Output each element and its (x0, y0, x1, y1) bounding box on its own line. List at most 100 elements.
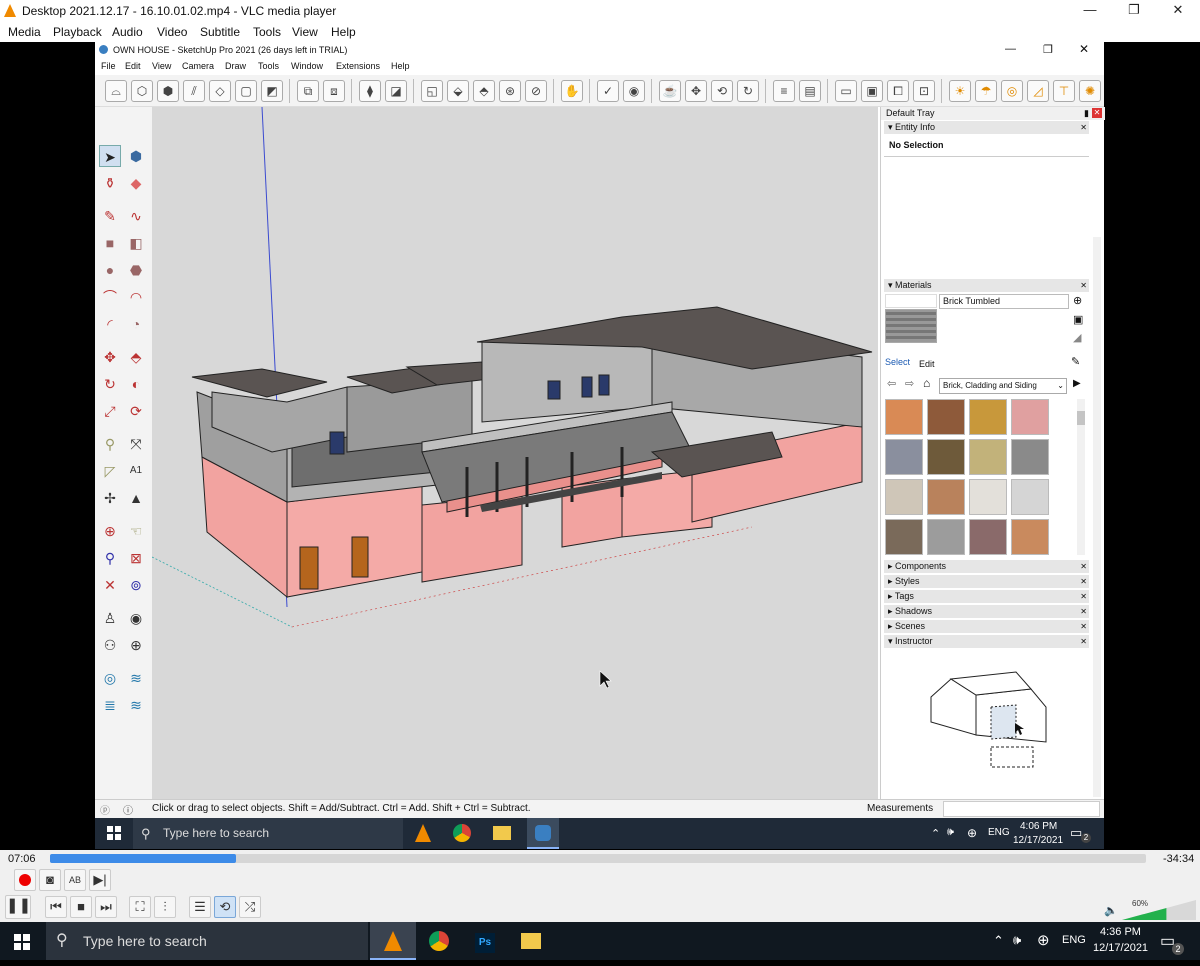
tray-chevron-icon[interactable]: ⌃ (931, 827, 940, 840)
taskbar-lang[interactable]: ENG (1062, 934, 1086, 946)
su-menu-camera[interactable]: Camera (182, 61, 214, 71)
shaded-icon[interactable]: ◩ (261, 80, 283, 102)
3d-text-icon[interactable]: ▲ (125, 487, 147, 509)
material-swatch[interactable] (927, 479, 965, 515)
taskbar-network-icon[interactable]: ⊕ (1037, 931, 1050, 949)
material-swatch[interactable] (885, 399, 923, 435)
forward-arrow-icon[interactable]: ⇨ (905, 377, 914, 390)
section-tool-icon[interactable]: ⊕ (125, 634, 147, 656)
check-icon[interactable]: ✓ (597, 80, 619, 102)
instructor-header[interactable]: ▾ Instructor ✕ (884, 635, 1089, 648)
position-camera-icon[interactable]: ♙ (99, 607, 121, 629)
extended-settings-button[interactable]: ⫶ (154, 896, 176, 918)
playlist-button[interactable]: ☰ (189, 896, 211, 918)
sun-icon[interactable]: ⊤ (1053, 80, 1075, 102)
explorer-taskbar-icon[interactable] (493, 826, 511, 840)
offset-icon[interactable]: ⟳ (125, 400, 147, 422)
tags-header[interactable]: ▸ Tags ✕ (884, 590, 1089, 603)
menu-audio[interactable]: Audio (112, 25, 143, 39)
paint-bucket-icon[interactable]: ⚱ (99, 172, 121, 194)
palette-icon[interactable]: ◉ (623, 80, 645, 102)
material-swatch[interactable] (1011, 479, 1049, 515)
stamp-icon[interactable]: ≋ (125, 694, 147, 716)
sandbox-scratch-icon[interactable]: ≋ (125, 667, 147, 689)
orbit-icon[interactable]: ⟲ (711, 80, 733, 102)
photoshop-app-icon[interactable]: Ps (462, 922, 508, 960)
pause-button[interactable]: ❚❚ (5, 895, 31, 919)
su-menu-edit[interactable]: Edit (125, 61, 141, 71)
subtract-icon[interactable]: ◪ (385, 80, 407, 102)
model-viewport[interactable] (152, 107, 878, 799)
three-point-arc-icon[interactable]: ◜ (99, 313, 121, 335)
sandbox-contour-icon[interactable]: ◎ (99, 667, 121, 689)
su-minimize-button[interactable]: — (1005, 43, 1016, 55)
create-material-icon[interactable]: ⊕ (1073, 294, 1082, 307)
circle-icon[interactable]: ◎ (1001, 80, 1023, 102)
stop-button[interactable]: ■ (70, 896, 92, 918)
look-around-icon[interactable]: ◉ (125, 607, 147, 629)
scale-icon[interactable]: ⤢ (99, 400, 121, 422)
right-view-icon[interactable]: ⬘ (473, 80, 495, 102)
shadow-settings-icon[interactable]: ☀ (949, 80, 971, 102)
minimize-button[interactable]: — (1068, 0, 1112, 22)
circle-tool-icon[interactable]: ● (99, 259, 121, 281)
entity-info-header[interactable]: ▾ Entity Info ✕ (884, 121, 1089, 134)
pie-icon[interactable]: ◔ (125, 313, 147, 335)
volume-icon[interactable]: 🕪 (947, 826, 954, 839)
protractor-tool-icon[interactable]: ◸ (99, 460, 121, 482)
move-icon[interactable]: ✥ (99, 346, 121, 368)
dimension-icon[interactable]: ⤧ (125, 433, 147, 455)
rectangle-icon[interactable]: ■ (99, 232, 121, 254)
fullscreen-button[interactable]: ⛶ (129, 896, 151, 918)
snapshot-icon[interactable]: ◙ (39, 869, 61, 891)
menu-playback[interactable]: Playback (53, 25, 102, 39)
menu-help[interactable]: Help (331, 25, 356, 39)
show-hidden-icons[interactable]: ⌃ (993, 933, 1004, 949)
wireframe-icon[interactable]: ◇ (209, 80, 231, 102)
polygon-icon[interactable]: ⬣ (125, 259, 147, 281)
su-menu-draw[interactable]: Draw (225, 61, 246, 71)
menu-tools[interactable]: Tools (253, 25, 281, 39)
file-explorer-app-icon[interactable] (508, 922, 554, 960)
xray-icon[interactable]: ⫽ (183, 80, 205, 102)
material-swatch[interactable] (885, 479, 923, 515)
components-header[interactable]: ▸ Components ✕ (884, 560, 1089, 573)
rotate-icon[interactable]: ↻ (737, 80, 759, 102)
material-swatch[interactable] (1011, 439, 1049, 475)
su-close-button[interactable]: ✕ (1079, 42, 1089, 56)
close-button[interactable]: ✕ (1156, 0, 1200, 22)
tab-select[interactable]: Select (885, 357, 910, 367)
push-pull-icon[interactable]: ⬘ (125, 346, 147, 368)
window-icon[interactable]: ▭ (835, 80, 857, 102)
su-menu-view[interactable]: View (152, 61, 171, 71)
measurements-input[interactable] (943, 801, 1100, 817)
tray-close-icon[interactable]: ✕ (1092, 108, 1102, 118)
iso-view-icon[interactable]: ◱ (421, 80, 443, 102)
make-component-icon[interactable]: ⬢ (125, 145, 147, 167)
umbrella-icon[interactable]: ☂ (975, 80, 997, 102)
next-button[interactable]: ⏭ (95, 896, 117, 918)
default-material-icon[interactable]: ▣ (1073, 313, 1083, 326)
menu-media[interactable]: Media (8, 25, 41, 39)
vlc-taskbar-icon[interactable] (415, 824, 431, 842)
text-tool-icon[interactable]: A1 (125, 460, 147, 482)
teapot-icon[interactable]: ☕ (659, 80, 681, 102)
speaker-icon[interactable]: 🔈 (1104, 904, 1118, 917)
arc-icon[interactable]: ⌒ (99, 286, 121, 308)
material-swatch[interactable] (927, 439, 965, 475)
pan-icon[interactable]: ✥ (685, 80, 707, 102)
material-swatch[interactable] (885, 439, 923, 475)
union-icon[interactable]: ⧫ (359, 80, 381, 102)
brick-tumbled-preview[interactable] (885, 309, 937, 343)
chrome-taskbar-icon[interactable] (453, 824, 471, 842)
two-point-arc-icon[interactable]: ◠ (125, 286, 147, 308)
windows-start-icon[interactable] (107, 826, 121, 840)
restore-button[interactable]: ❐ (1112, 0, 1156, 22)
protractor-icon[interactable]: ◿ (1027, 80, 1049, 102)
record-button[interactable] (14, 869, 36, 891)
volume-slider[interactable] (1122, 900, 1196, 920)
fog-icon[interactable]: ✺ (1079, 80, 1101, 102)
walk-icon[interactable]: ⚇ (99, 634, 121, 656)
cube-top-icon[interactable]: ⬢ (157, 80, 179, 102)
axes-icon[interactable]: ✢ (99, 487, 121, 509)
